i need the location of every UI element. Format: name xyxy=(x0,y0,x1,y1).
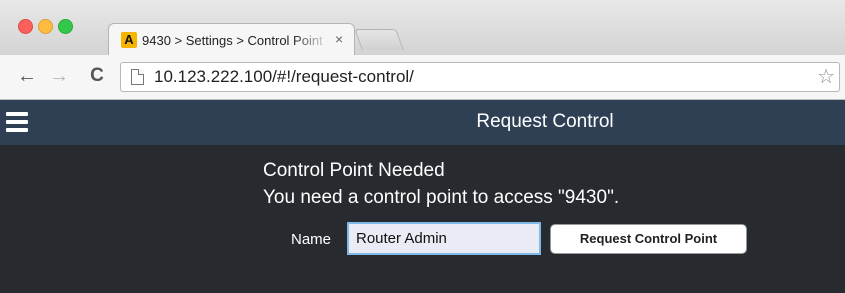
app-header: Request Control xyxy=(0,100,845,145)
name-input[interactable] xyxy=(347,222,541,255)
new-tab-button[interactable] xyxy=(354,29,404,50)
browser-tab[interactable]: A 9430 > Settings > Control Point × xyxy=(108,23,355,56)
forward-arrow-icon[interactable]: → xyxy=(48,65,70,87)
page-title: Request Control xyxy=(476,111,614,132)
minimize-window-button[interactable] xyxy=(38,19,53,34)
close-window-button[interactable] xyxy=(18,19,33,34)
control-point-heading: Control Point Needed xyxy=(263,160,445,181)
browser-window: A 9430 > Settings > Control Point × ← → … xyxy=(0,0,845,293)
tab-strip: A 9430 > Settings > Control Point × xyxy=(0,0,845,56)
tab-close-icon[interactable]: × xyxy=(335,31,343,47)
reload-icon[interactable]: C xyxy=(86,65,108,87)
access-message: You need a control point to access "9430… xyxy=(263,187,620,208)
bookmark-star-icon[interactable]: ☆ xyxy=(817,64,835,89)
favicon-icon: A xyxy=(121,32,137,48)
app-page: Request Control Control Point Needed You… xyxy=(0,100,845,293)
page-icon xyxy=(131,69,144,85)
zoom-window-button[interactable] xyxy=(58,19,73,34)
tab-title: 9430 > Settings > Control Point xyxy=(142,33,323,48)
address-bar[interactable]: 10.123.222.100/#!/request-control/ ☆ xyxy=(120,62,840,92)
back-arrow-icon[interactable]: ← xyxy=(16,65,38,87)
browser-toolbar: ← → C 10.123.222.100/#!/request-control/… xyxy=(0,55,845,100)
url-text[interactable]: 10.123.222.100/#!/request-control/ xyxy=(154,67,414,87)
name-label: Name xyxy=(291,231,332,248)
request-control-point-button[interactable]: Request Control Point xyxy=(550,224,747,254)
